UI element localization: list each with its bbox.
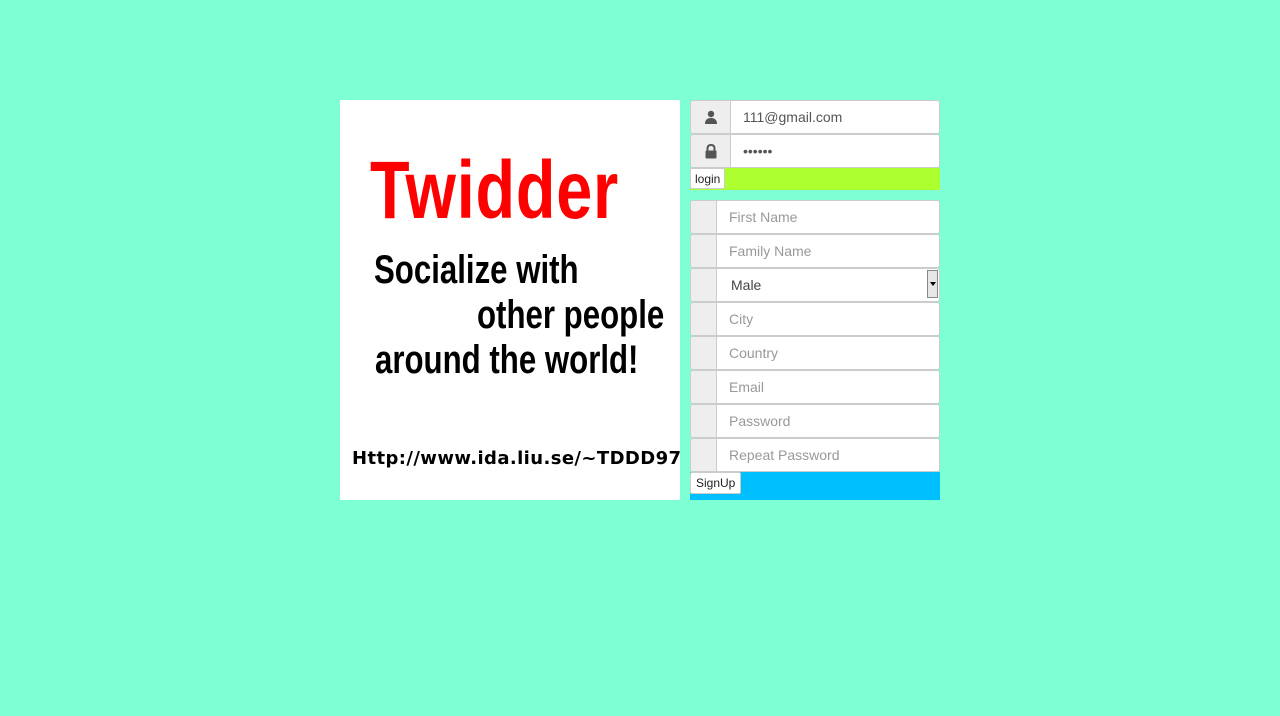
city-addon xyxy=(691,303,717,335)
email-addon xyxy=(691,371,717,403)
password-addon xyxy=(691,405,717,437)
signup-email-group xyxy=(690,370,940,404)
repeat-password-input[interactable] xyxy=(717,439,939,471)
signup-gender-group: Male xyxy=(690,268,940,302)
signup-email-input[interactable] xyxy=(717,371,939,403)
tagline-line-2: other people xyxy=(477,293,665,337)
tagline-line-3: around the world! xyxy=(375,338,639,382)
signup-password-input[interactable] xyxy=(717,405,939,437)
signup-repeat-password-group xyxy=(690,438,940,472)
repeat-password-addon xyxy=(691,439,717,471)
gender-addon xyxy=(691,269,717,301)
gender-select[interactable]: Male xyxy=(717,269,939,301)
signup-password-group xyxy=(690,404,940,438)
course-url: Http://www.ida.liu.se/~TDDD97 xyxy=(352,448,680,469)
chevron-down-icon[interactable] xyxy=(927,270,938,298)
signup-first-name-group xyxy=(690,200,940,234)
signup-form: Male SignUp xyxy=(690,200,940,500)
city-input[interactable] xyxy=(717,303,939,335)
logo-title: Twidder xyxy=(370,145,620,236)
login-button[interactable]: login xyxy=(690,168,726,189)
family-name-input[interactable] xyxy=(717,235,939,267)
country-input[interactable] xyxy=(717,337,939,369)
login-form: login xyxy=(690,100,940,190)
signup-button[interactable]: SignUp xyxy=(690,472,742,494)
signup-action-bar: SignUp xyxy=(690,472,940,500)
logo-panel: Twidder Socialize with other people arou… xyxy=(340,100,680,500)
user-icon xyxy=(691,101,731,133)
lock-icon xyxy=(691,135,731,167)
tagline-line-1: Socialize with xyxy=(374,248,579,292)
login-action-bar: login xyxy=(690,168,940,190)
signup-city-group xyxy=(690,302,940,336)
gender-selected-value: Male xyxy=(731,277,762,293)
signup-country-group xyxy=(690,336,940,370)
first-name-input[interactable] xyxy=(717,201,939,233)
first-name-addon xyxy=(691,201,717,233)
signup-family-name-group xyxy=(690,234,940,268)
login-password-group xyxy=(690,134,940,168)
family-name-addon xyxy=(691,235,717,267)
login-email-input[interactable] xyxy=(731,101,939,133)
country-addon xyxy=(691,337,717,369)
login-password-input[interactable] xyxy=(731,135,939,167)
login-email-group xyxy=(690,100,940,134)
